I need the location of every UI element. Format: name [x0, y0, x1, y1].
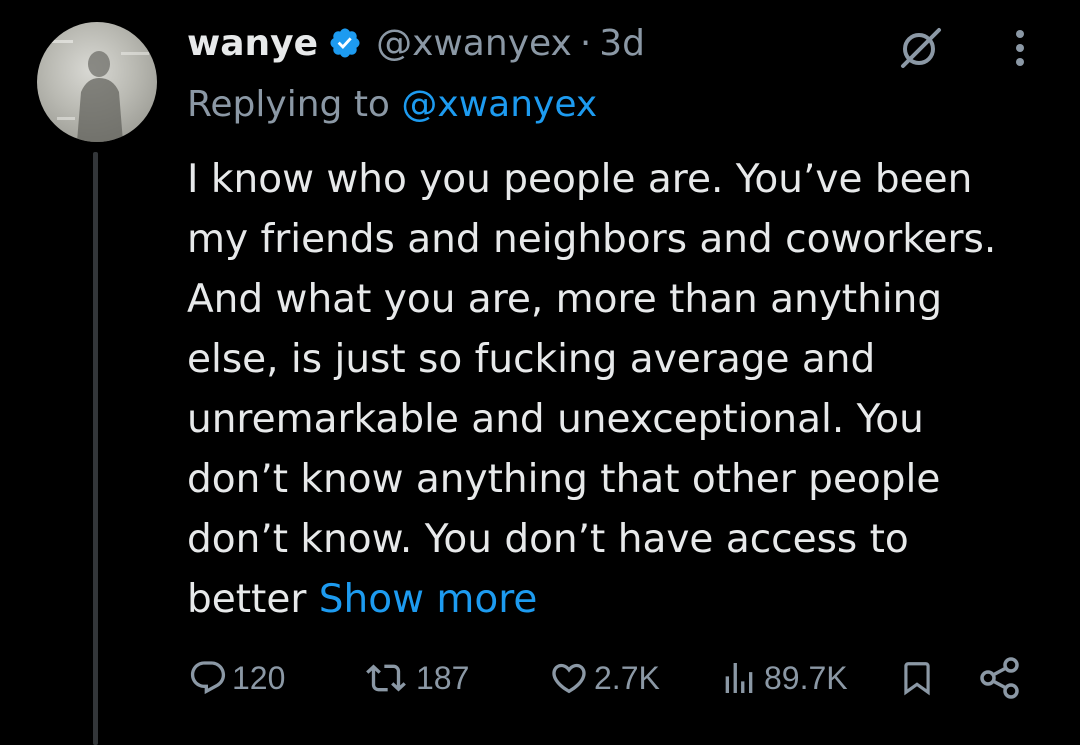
views-icon [725, 663, 753, 693]
repost-icon [366, 664, 406, 692]
replying-prefix: Replying to [187, 84, 402, 125]
tweet-text-line: better [187, 577, 319, 622]
grok-icon[interactable] [895, 22, 945, 72]
repost-button[interactable]: 187 [360, 652, 469, 704]
tweet-text-line: unremarkable and unexceptional. You [187, 397, 924, 442]
tweet-body: I know who you people are. You’ve been m… [187, 150, 1057, 630]
show-more-link[interactable]: Show more [319, 577, 538, 622]
replying-handle-link[interactable]: @xwanyex [401, 84, 597, 125]
separator-dot: · [579, 22, 592, 64]
replying-to: Replying to @xwanyex [187, 84, 597, 125]
reply-button[interactable]: 120 [188, 652, 285, 704]
views-count: 89.7K [764, 659, 848, 696]
bookmark-button[interactable] [898, 652, 936, 704]
repost-count: 187 [416, 659, 470, 696]
avatar[interactable] [37, 22, 157, 142]
tweet-text-last-line: better Show more [187, 570, 1057, 630]
share-button[interactable] [978, 652, 1022, 704]
views-button[interactable]: 89.7K [718, 652, 848, 704]
bookmark-icon [904, 662, 930, 696]
like-icon [552, 663, 586, 694]
like-count: 2.7K [594, 659, 660, 696]
tweet-text-line: don’t know. You don’t have access to [187, 517, 909, 562]
thread-line [93, 152, 98, 745]
display-name[interactable]: wanye [187, 23, 318, 64]
tweet-text-line: And what you are, more than anything [187, 277, 943, 322]
tweet-text-line: I know who you people are. You’ve been [187, 157, 973, 202]
timestamp[interactable]: 3d [599, 23, 645, 64]
tweet-text-line: don’t know anything that other people [187, 457, 941, 502]
like-button[interactable]: 2.7K [548, 652, 660, 704]
tweet-text-line: else, is just so fucking average and [187, 337, 876, 382]
tweet-header: wanye @xwanyex · 3d [187, 18, 645, 68]
share-icon [980, 657, 1019, 699]
verified-icon [328, 26, 362, 60]
reply-icon [190, 661, 226, 695]
handle[interactable]: @xwanyex [376, 23, 572, 64]
tweet-text-line: my friends and neighbors and coworkers. [187, 217, 997, 262]
reply-count: 120 [232, 659, 286, 696]
more-icon[interactable] [1000, 26, 1040, 70]
